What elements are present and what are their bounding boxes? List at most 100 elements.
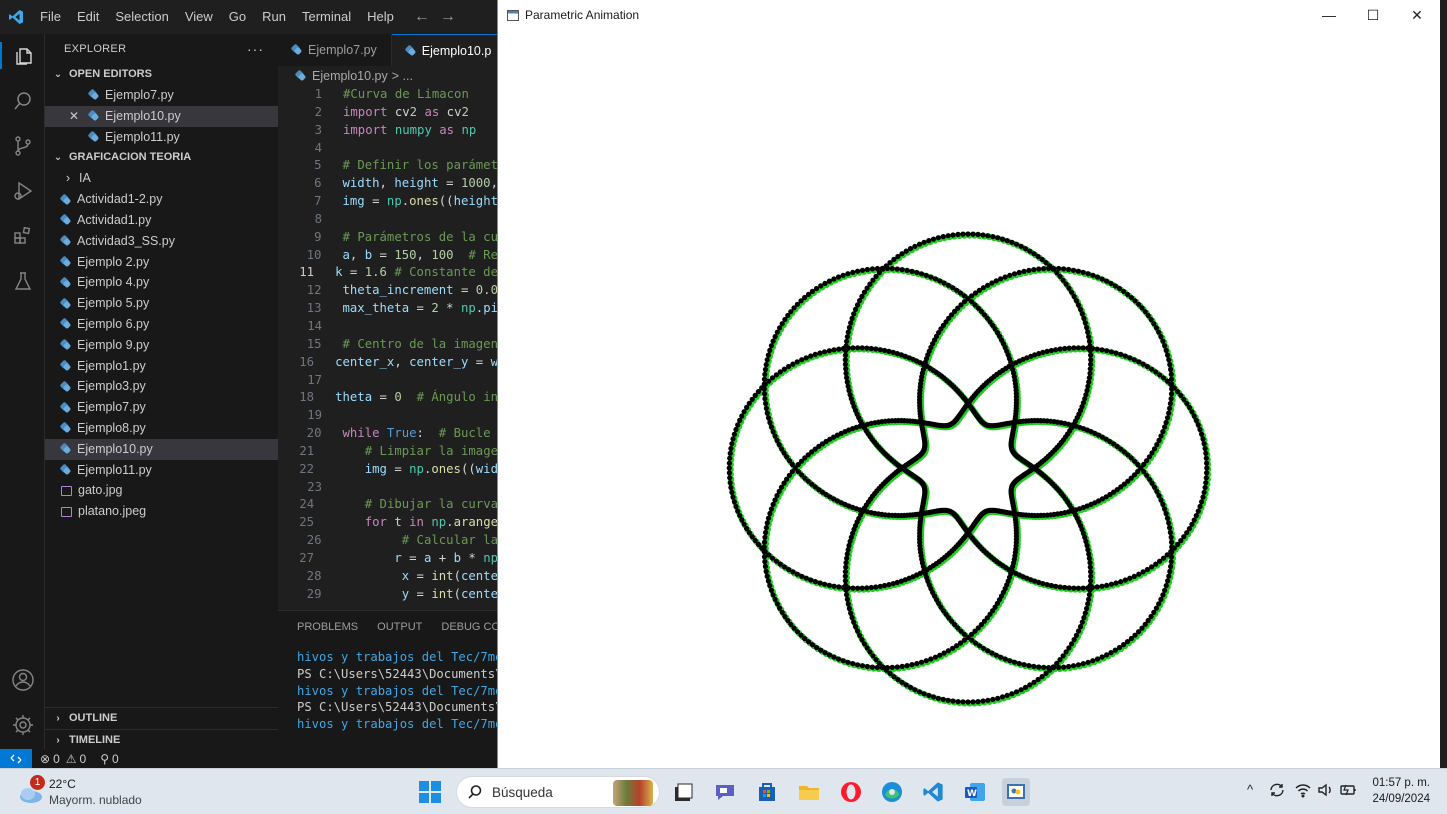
breadcrumb-rest[interactable]: > ... (392, 66, 413, 86)
settings-gear-icon[interactable] (9, 711, 36, 738)
search-icon[interactable] (9, 87, 36, 114)
panel-tab[interactable]: PROBLEMS (278, 621, 358, 633)
clock-date[interactable]: 24/09/2024 (1360, 793, 1430, 805)
folder-item[interactable]: › IA (45, 168, 278, 189)
terminal-output[interactable]: hivos y trabajos del Tec/7mo s PS C:\User… (278, 649, 498, 733)
code-line[interactable]: 12 theta_increment = 0.0 (278, 282, 498, 300)
file-item[interactable]: Ejemplo10.py (45, 438, 278, 460)
vscode-icon[interactable] (919, 778, 947, 806)
menu-terminal[interactable]: Terminal (294, 0, 359, 34)
code-line[interactable]: 21 # Limpiar la image (278, 443, 498, 461)
battery-icon[interactable] (1339, 781, 1359, 804)
source-control-icon[interactable] (9, 132, 36, 159)
code-line[interactable]: 14 (278, 318, 498, 336)
ports-status[interactable]: ⚲ 0 (100, 752, 118, 766)
menu-selection[interactable]: Selection (107, 0, 176, 34)
file-item[interactable]: Ejemplo11.py (45, 460, 278, 481)
code-line[interactable]: 20 while True: # Bucle (278, 425, 498, 443)
editor-tab[interactable]: Ejemplo7.py (278, 34, 392, 66)
remote-indicator-icon[interactable] (0, 749, 32, 768)
word-icon[interactable]: W (961, 778, 989, 806)
code-line[interactable]: 13 max_theta = 2 * np.pi (278, 300, 498, 318)
run-debug-icon[interactable] (9, 177, 36, 204)
menu-run[interactable]: Run (254, 0, 294, 34)
code-line[interactable]: 15 # Centro de la imagen (278, 336, 498, 354)
history-nav-arrows[interactable]: ←→ (414, 8, 466, 26)
taskbar-search[interactable]: Búsqueda (456, 776, 660, 808)
chevron-up-icon[interactable]: ^ (1247, 782, 1253, 797)
editor-tab[interactable]: Ejemplo10.p (391, 34, 498, 66)
weather-icon[interactable]: 1 (16, 775, 46, 807)
panel-tab[interactable]: DEBUG CONSO (422, 621, 498, 633)
panel-tab[interactable]: OUTPUT (358, 621, 422, 633)
code-line[interactable]: 8 (278, 211, 498, 229)
code-line[interactable]: 7 img = np.ones((height (278, 193, 498, 211)
code-line[interactable]: 9 # Parámetros de la cu (278, 229, 498, 247)
code-line[interactable]: 10 a, b = 150, 100 # Re (278, 247, 498, 265)
code-line[interactable]: 28 x = int(cente (278, 568, 498, 586)
code-line[interactable]: 1 #Curva de Limacon (278, 86, 498, 104)
code-line[interactable]: 25 for t in np.arange (278, 514, 498, 532)
testing-icon[interactable] (9, 267, 36, 294)
file-item[interactable]: platano.jpeg (45, 501, 278, 522)
clock-time[interactable]: 01:57 p. m. (1360, 777, 1430, 789)
menu-help[interactable]: Help (359, 0, 402, 34)
weather-temp[interactable]: 22°C (49, 777, 76, 791)
code-line[interactable]: 22 img = np.ones((wid (278, 461, 498, 479)
file-item[interactable]: Ejemplo 2.py (45, 252, 278, 273)
file-viewer-icon[interactable] (669, 778, 697, 806)
file-item[interactable]: Ejemplo8.py (45, 418, 278, 439)
chat-icon[interactable] (711, 778, 739, 806)
outline-section[interactable]: › OUTLINE (45, 708, 278, 729)
code-line[interactable]: 5 # Definir los parámet (278, 157, 498, 175)
breadcrumb-file[interactable]: Ejemplo10.py (312, 66, 388, 86)
file-item[interactable]: Ejemplo 9.py (45, 335, 278, 356)
wifi-icon[interactable] (1294, 781, 1312, 804)
menu-view[interactable]: View (177, 0, 221, 34)
code-line[interactable]: 24 # Dibujar la curva (278, 496, 498, 514)
more-actions-icon[interactable]: ··· (247, 34, 264, 64)
minimize-button[interactable]: — (1307, 0, 1351, 30)
windows-start-icon[interactable] (416, 778, 444, 806)
sync-icon[interactable] (1268, 781, 1286, 804)
timeline-section[interactable]: › TIMELINE (45, 729, 278, 750)
open-editors-section[interactable]: ⌄ OPEN EDITORS (45, 64, 278, 85)
volume-icon[interactable] (1316, 781, 1334, 804)
folder-section[interactable]: ⌄ GRAFICACION TEORIA (45, 147, 278, 168)
menu-go[interactable]: Go (221, 0, 254, 34)
code-line[interactable]: 17 (278, 372, 498, 390)
edge-icon[interactable] (878, 778, 906, 806)
account-icon[interactable] (9, 666, 36, 693)
file-item[interactable]: Ejemplo 4.py (45, 272, 278, 293)
file-item[interactable]: Ejemplo 6.py (45, 314, 278, 335)
file-item[interactable]: Ejemplo3.py (45, 376, 278, 397)
code-line[interactable]: 2 import cv2 as cv2 (278, 104, 498, 122)
file-item[interactable]: Ejemplo1.py (45, 356, 278, 377)
opera-icon[interactable] (837, 778, 865, 806)
close-icon[interactable]: ✕ (69, 106, 89, 127)
maximize-button[interactable]: ☐ (1351, 0, 1395, 30)
code-line[interactable]: 26 # Calcular la (278, 532, 498, 550)
python-icon[interactable] (1002, 778, 1030, 806)
file-item[interactable]: Actividad3_SS.py (45, 231, 278, 252)
code-line[interactable]: 23 (278, 479, 498, 497)
code-line[interactable]: 4 (278, 140, 498, 158)
menu-edit[interactable]: Edit (69, 0, 107, 34)
open-editor-item[interactable]: ✕ Ejemplo10.py (45, 105, 278, 127)
code-line[interactable]: 11 k = 1.6 # Constante de (278, 264, 498, 282)
file-item[interactable]: Actividad1-2.py (45, 189, 278, 210)
code-line[interactable]: 27 r = a + b * np (278, 550, 498, 568)
open-editor-item[interactable]: Ejemplo7.py (45, 85, 278, 106)
weather-desc[interactable]: Mayorm. nublado (49, 793, 142, 807)
file-item[interactable]: Actividad1.py (45, 210, 278, 231)
extensions-icon[interactable] (9, 222, 36, 249)
file-item[interactable]: gato.jpg (45, 480, 278, 501)
close-button[interactable]: ✕ (1395, 0, 1439, 30)
code-editor[interactable]: 1 #Curva de Limacon 2 import cv2 as cv2 3 imp… (278, 86, 498, 603)
code-line[interactable]: 3 import numpy as np (278, 122, 498, 140)
explorer-icon[interactable] (0, 42, 45, 69)
code-line[interactable]: 6 width, height = 1000, (278, 175, 498, 193)
code-line[interactable]: 19 (278, 407, 498, 425)
store-icon[interactable] (753, 778, 781, 806)
file-explorer-icon[interactable] (795, 778, 823, 806)
